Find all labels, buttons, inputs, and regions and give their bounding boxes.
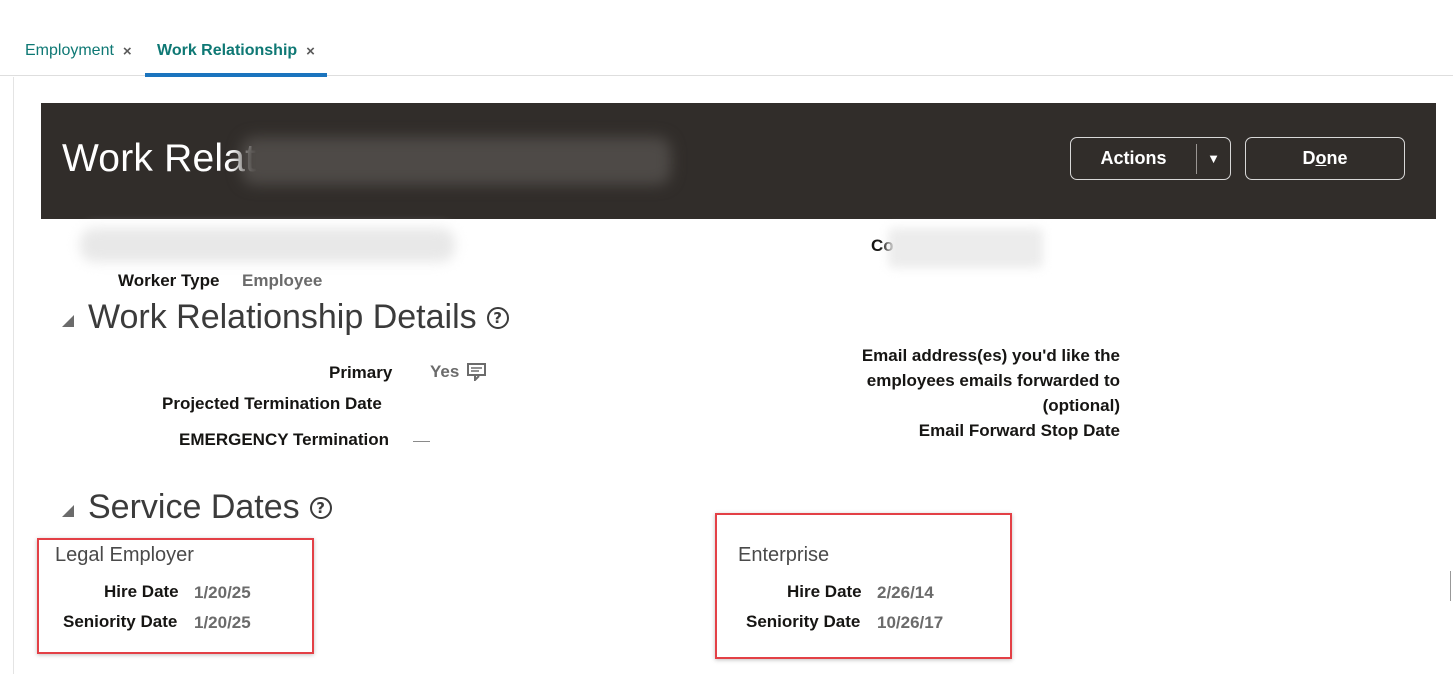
legal-employer-seniority-date-label: Seniority Date	[63, 612, 178, 631]
enterprise-hire-date-label: Hire Date	[787, 582, 862, 601]
worker-type-label: Worker Type	[118, 271, 220, 290]
redacted-person-info	[80, 228, 455, 262]
worker-type-value: Employee	[242, 271, 323, 290]
primary-label: Primary	[329, 363, 393, 382]
work-relationship-details-title: Work Relationship Details	[88, 298, 477, 336]
work-relationship-details-header[interactable]: Work Relationship Details ?	[62, 298, 509, 337]
primary-value: Yes	[430, 362, 460, 381]
tab-employment-label[interactable]: Employment	[25, 38, 114, 60]
page-header: Work Relat Actions ▼ Do ne	[41, 103, 1436, 219]
actions-button-label[interactable]: Actions	[1071, 148, 1196, 169]
email-forward-label-line1: Email address(es) you'd like the	[861, 346, 1120, 365]
collapse-triangle-icon[interactable]	[62, 314, 74, 327]
page-title: Work Relat	[62, 137, 257, 180]
service-dates-title: Service Dates	[88, 488, 300, 526]
tab-work-relationship-label[interactable]: Work Relationship	[157, 38, 297, 60]
projected-termination-date-label: Projected Termination Date	[162, 394, 382, 413]
enterprise-title: Enterprise	[738, 544, 830, 566]
email-forward-label-line2: employees emails forwarded to	[866, 371, 1120, 390]
tab-bar: Employment × Work Relationship ×	[0, 0, 1453, 77]
done-button[interactable]: Do ne	[1245, 137, 1405, 180]
tab-employment[interactable]: Employment ×	[25, 38, 132, 76]
emergency-termination-empty-value	[413, 441, 430, 442]
legal-employer-hire-date-label: Hire Date	[104, 582, 179, 601]
done-label-end: ne	[1326, 148, 1348, 168]
actions-menu-button[interactable]: Actions ▼	[1070, 137, 1231, 180]
detail-document-icon[interactable]	[467, 363, 486, 381]
help-icon[interactable]: ?	[309, 496, 332, 519]
service-dates-header[interactable]: Service Dates ?	[62, 488, 332, 527]
done-label-start: D	[1302, 148, 1316, 168]
enterprise-hire-date-value: 2/26/14	[877, 583, 934, 602]
chevron-down-icon[interactable]: ▼	[1197, 151, 1230, 166]
email-forward-stop-date-label: Email Forward Stop Date	[918, 421, 1120, 440]
tab-work-relationship-close-icon[interactable]: ×	[306, 38, 315, 60]
enterprise-seniority-date-value: 10/26/17	[877, 613, 944, 632]
legal-employer-hire-date-value: 1/20/25	[194, 583, 251, 602]
help-icon[interactable]: ?	[486, 306, 509, 329]
email-forward-label-line3: (optional)	[1042, 396, 1120, 415]
done-label-mnemonic: o	[1315, 148, 1327, 168]
collapse-triangle-icon[interactable]	[62, 504, 74, 517]
redacted-co-value	[888, 228, 1043, 268]
enterprise-seniority-date-label: Seniority Date	[746, 612, 861, 631]
enterprise-highlight-box	[715, 513, 1012, 659]
legal-employer-title: Legal Employer	[55, 544, 194, 566]
tab-employment-close-icon[interactable]: ×	[123, 38, 132, 60]
tab-work-relationship[interactable]: Work Relationship ×	[145, 38, 327, 77]
legal-employer-seniority-date-value: 1/20/25	[194, 613, 251, 632]
redacted-name	[241, 137, 671, 185]
emergency-termination-label: EMERGENCY Termination	[179, 430, 390, 449]
